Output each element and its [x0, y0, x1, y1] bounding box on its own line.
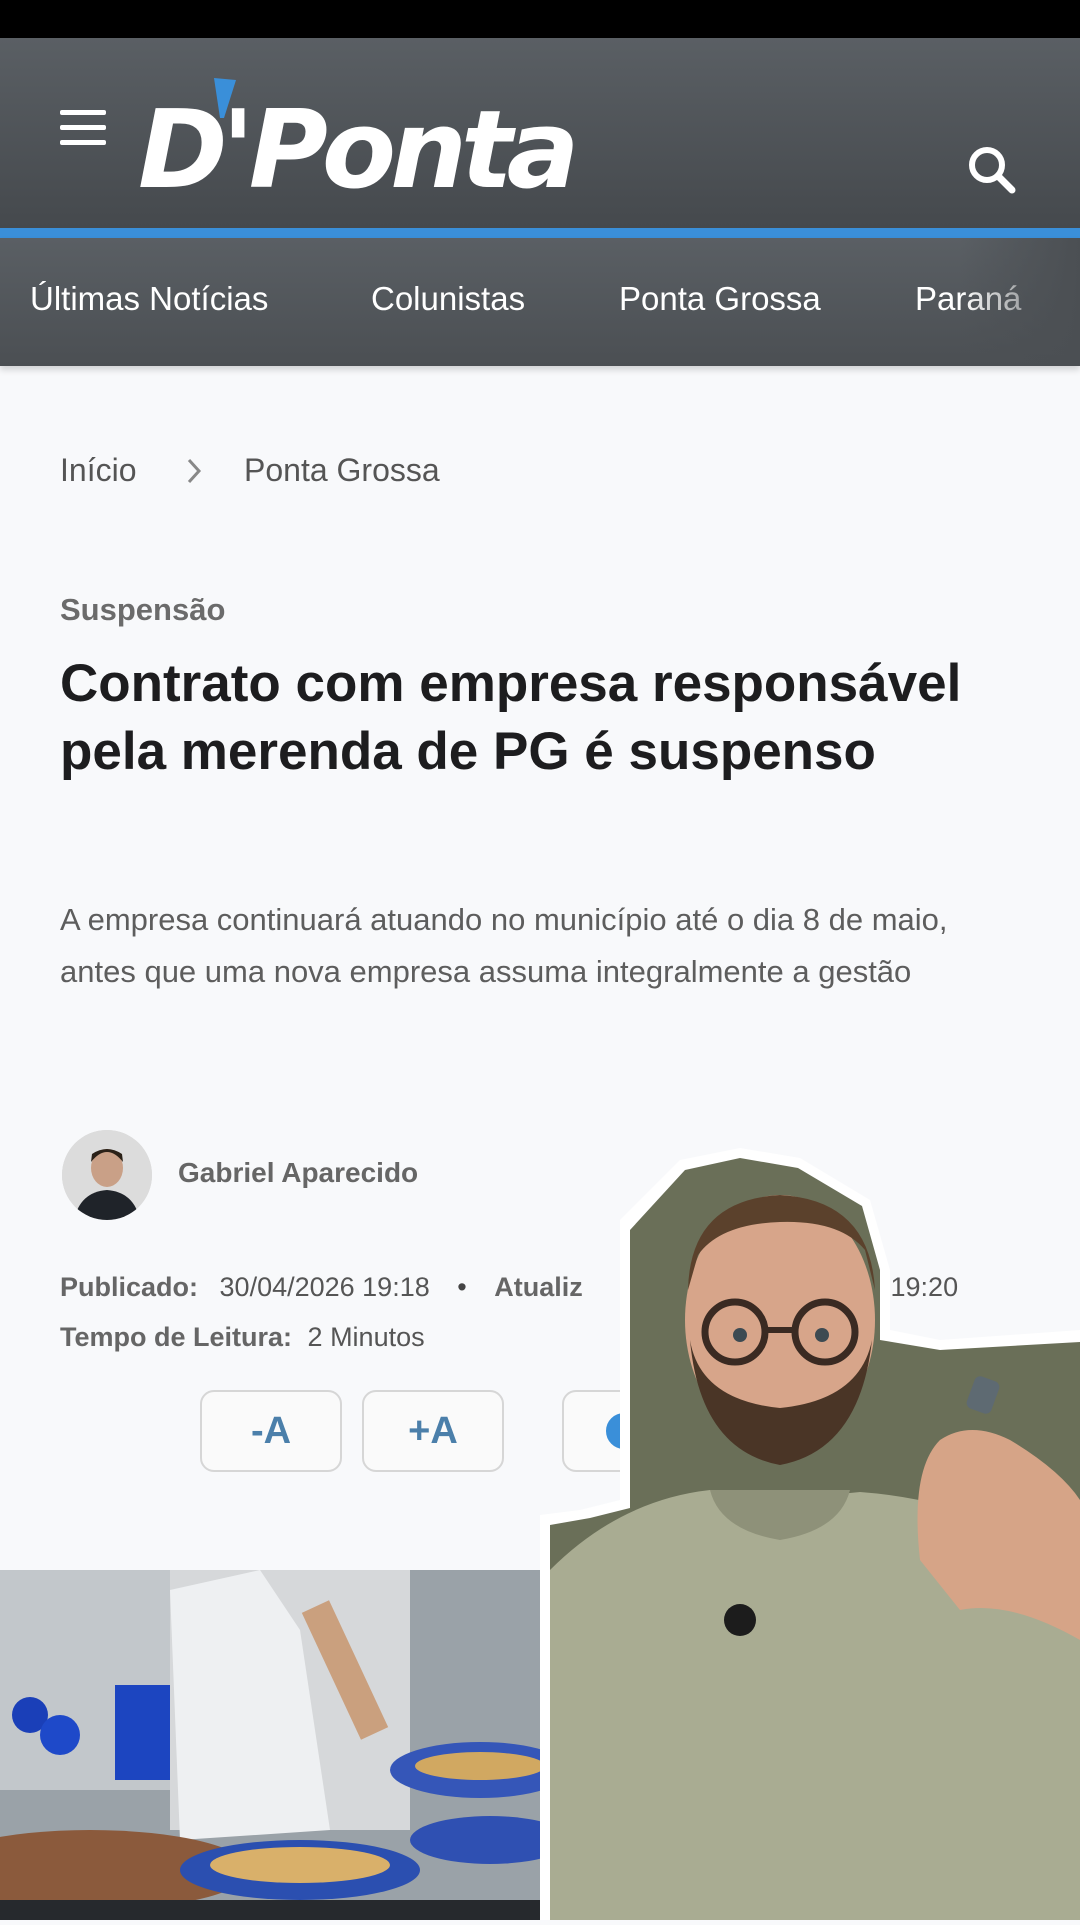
breadcrumb-home[interactable]: Início [60, 452, 136, 489]
logo-accent-mark [214, 78, 236, 118]
breadcrumb-current[interactable]: Ponta Grossa [244, 452, 440, 489]
nav-scroll-fade [960, 238, 1080, 366]
chevron-right-icon [187, 458, 202, 484]
search-icon[interactable] [964, 142, 1020, 198]
author-name[interactable]: Gabriel Aparecido [178, 1157, 418, 1189]
site-header: D'Ponta [0, 38, 1080, 228]
author-avatar[interactable] [62, 1130, 152, 1220]
article-kicker: Suspensão [60, 592, 226, 627]
publish-info: Publicado: 30/04/2026 19:18 • Atualiz [60, 1272, 583, 1303]
article-lead: A empresa continuará atuando no municípi… [60, 902, 948, 989]
nav-item-colunistas[interactable]: Colunistas [371, 280, 525, 318]
header-accent-line [0, 228, 1080, 238]
font-increase-button[interactable]: +A [362, 1390, 504, 1472]
published-date: 30/04/2026 19:18 [219, 1272, 430, 1302]
site-logo[interactable]: D'Ponta [138, 78, 579, 228]
article-title: Contrato com empresa responsável pela me… [60, 654, 962, 781]
status-bar [0, 0, 1080, 38]
category-nav: Últimas Notícias Colunistas Ponta Grossa… [0, 238, 1080, 366]
reading-time: Tempo de Leitura: 2 Minutos [60, 1322, 425, 1353]
menu-icon[interactable] [60, 110, 106, 150]
published-label: Publicado: [60, 1272, 199, 1302]
nav-item-ultimas-noticias[interactable]: Últimas Notícias [30, 280, 268, 318]
nav-item-ponta-grossa[interactable]: Ponta Grossa [619, 280, 821, 318]
reading-time-value: 2 Minutos [307, 1322, 425, 1352]
font-decrease-button[interactable]: -A [200, 1390, 342, 1472]
presenter-overlay [540, 1140, 1080, 1920]
article-photo [0, 1570, 560, 1920]
reading-time-label: Tempo de Leitura: [60, 1322, 293, 1352]
meta-separator: • [457, 1272, 467, 1302]
